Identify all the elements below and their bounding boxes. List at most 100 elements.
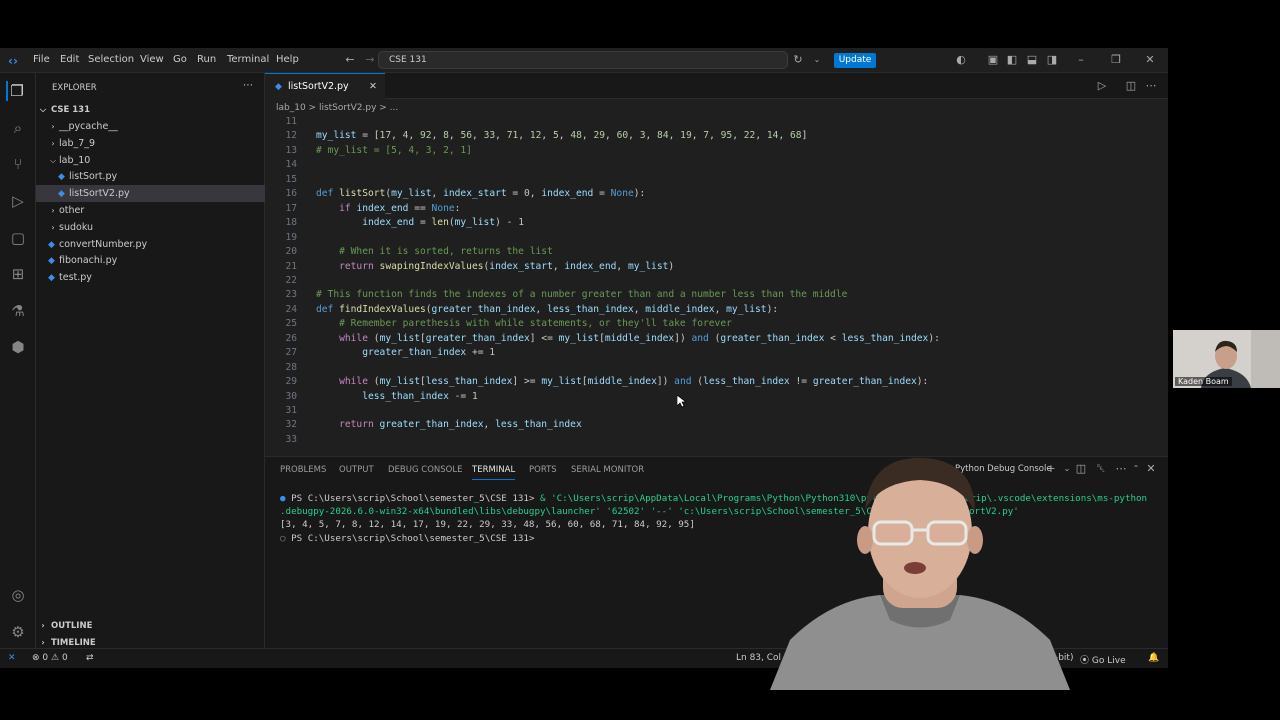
notifications-bell-icon[interactable]: 🔔	[1148, 653, 1159, 663]
code-line[interactable]: if index_end == None:	[316, 203, 460, 214]
close-icon[interactable]: ✕	[1144, 54, 1156, 66]
line-number: 28	[285, 361, 297, 373]
minimize-icon[interactable]: –	[1075, 54, 1087, 66]
breadcrumb[interactable]: lab_10 > listSortV2.py > ...	[265, 101, 1168, 115]
remote-indicator-icon[interactable]: ✕	[8, 653, 16, 663]
code-line[interactable]: return swapingIndexValues(index_start, i…	[316, 261, 674, 272]
extensions-icon[interactable]: ⊞	[8, 264, 28, 284]
code-line[interactable]: def findIndexValues(greater_than_index, …	[316, 304, 778, 315]
line-number: 22	[285, 274, 297, 286]
split-terminal-icon[interactable]: ◫	[1075, 463, 1087, 475]
account-icon[interactable]: ◎	[8, 585, 28, 605]
tab-debug-console[interactable]: DEBUG CONSOLE	[388, 465, 462, 475]
line-number: 15	[285, 173, 297, 185]
tree-folder[interactable]: › __pycache__	[36, 118, 265, 135]
panel-more-icon[interactable]: ⋯	[1115, 463, 1127, 475]
menu-file[interactable]: File	[33, 54, 50, 65]
copilot-icon[interactable]: ↻	[792, 54, 804, 66]
code-line[interactable]: index_end = len(my_list) - 1	[316, 217, 524, 228]
line-number: 31	[285, 405, 297, 416]
menu-selection[interactable]: Selection	[88, 54, 134, 65]
workspace-root[interactable]: ⌵ CSE 131	[36, 101, 265, 118]
line-number: 23	[285, 289, 297, 301]
kill-terminal-trash-icon[interactable]: ␡	[1095, 463, 1107, 475]
go-live[interactable]: ⦿ Go Live	[1080, 653, 1126, 666]
line-number: 30	[285, 390, 297, 402]
run-python-icon[interactable]: ▷	[1096, 80, 1108, 92]
code-line[interactable]: while (my_list[greater_than_index] <= my…	[316, 333, 940, 344]
remote-explorer-icon[interactable]: ▢	[8, 228, 28, 248]
tab-serial-monitor[interactable]: SERIAL MONITOR	[571, 465, 644, 475]
menu-go[interactable]: Go	[173, 54, 187, 65]
testing-icon[interactable]: ⚗	[8, 301, 28, 321]
line-number: 13	[285, 144, 297, 156]
tab-close-icon[interactable]: ✕	[369, 74, 377, 100]
chevron-down-icon[interactable]: ⌄	[811, 54, 823, 66]
layout-custom-icon[interactable]: ▣	[987, 54, 999, 66]
tab-terminal[interactable]: TERMINAL	[472, 465, 516, 480]
tree-file[interactable]: ◆ convertNumber.py	[36, 236, 265, 253]
maximize-panel-icon[interactable]: ⌃	[1130, 463, 1142, 475]
tree-file[interactable]: ◆ fibonachi.py	[36, 252, 265, 269]
tree-folder[interactable]: › other	[36, 202, 265, 219]
more-actions-icon[interactable]: ⋯	[243, 80, 253, 91]
terminal-prompt: PS C:\Users\scrip\School\semester_5\CSE …	[291, 533, 535, 544]
tree-folder[interactable]: › sudoku	[36, 219, 265, 236]
code-line[interactable]: while (my_list[less_than_index] >= my_li…	[316, 376, 928, 387]
close-panel-icon[interactable]: ✕	[1145, 463, 1157, 475]
run-debug-icon[interactable]: ▷	[8, 191, 28, 211]
port-forward-icon[interactable]: ⇄	[86, 653, 94, 663]
menu-edit[interactable]: Edit	[60, 54, 79, 65]
code-line[interactable]: return greater_than_index, less_than_ind…	[316, 419, 582, 430]
code-line[interactable]: def listSort(my_list, index_start = 0, i…	[316, 188, 645, 199]
toggle-panel-icon[interactable]: ⬓	[1026, 54, 1038, 66]
accounts-icon[interactable]: ◐	[955, 54, 967, 66]
python-icon[interactable]: ⬢	[8, 337, 28, 357]
tab-problems[interactable]: PROBLEMS	[280, 465, 326, 475]
code-line[interactable]: greater_than_index += 1	[316, 347, 495, 358]
tab-ports[interactable]: PORTS	[529, 465, 557, 475]
explorer-icon[interactable]: ❐	[6, 81, 26, 101]
code-editor[interactable]: 11 12 my_list = [17, 4, 92, 8, 56, 33, 71,…	[265, 116, 1168, 456]
tab-output[interactable]: OUTPUT	[339, 465, 374, 475]
tab-listsortv2[interactable]: ◆ listSortV2.py ✕	[265, 73, 385, 99]
toggle-sidebar-icon[interactable]: ◧	[1006, 54, 1018, 66]
toggle-secondary-sidebar-icon[interactable]: ◨	[1046, 54, 1058, 66]
editor-more-icon[interactable]: ⋯	[1145, 80, 1157, 92]
line-number: 11	[285, 116, 297, 127]
tree-folder[interactable]: › lab_7_9	[36, 135, 265, 152]
code-line[interactable]: less_than_index -= 1	[316, 391, 478, 402]
python-file-icon: ◆	[58, 189, 65, 200]
menu-help[interactable]: Help	[276, 54, 299, 65]
line-number: 32	[285, 419, 297, 431]
chevron-down-icon: ⌵	[49, 155, 57, 165]
manage-gear-icon[interactable]: ⚙	[8, 622, 28, 642]
code-line[interactable]: # Remember parethesis with while stateme…	[316, 318, 732, 329]
code-line[interactable]: # This function finds the indexes of a n…	[316, 289, 847, 300]
error-count: 0	[42, 653, 49, 663]
go-live-label: Go Live	[1091, 656, 1126, 666]
outline-section[interactable]: › OUTLINE	[36, 617, 265, 634]
error-icon: ⊗	[32, 653, 40, 663]
code-line[interactable]: # When it is sorted, returns the list	[316, 246, 553, 257]
back-arrow-icon[interactable]: ←	[344, 54, 356, 66]
menu-terminal[interactable]: Terminal	[227, 54, 269, 65]
command-center-search[interactable]: CSE 131	[378, 51, 788, 69]
tree-folder[interactable]: ⌵ lab_10	[36, 152, 265, 169]
source-control-icon[interactable]: ⑂	[8, 154, 28, 174]
tree-file[interactable]: ◆ listSortV2.py	[36, 185, 265, 203]
menu-run[interactable]: Run	[197, 54, 216, 65]
workspace-root-label: CSE 131	[50, 105, 90, 115]
update-button[interactable]: Update	[834, 53, 876, 68]
search-icon[interactable]: ⌕	[8, 118, 28, 138]
code-line[interactable]: my_list = [17, 4, 92, 8, 56, 33, 71, 12,…	[316, 130, 807, 141]
tree-file[interactable]: ◆ listSort.py	[36, 168, 265, 185]
tree-file[interactable]: ◆ test.py	[36, 269, 265, 286]
menu-view[interactable]: View	[140, 54, 164, 65]
problems-status[interactable]: ⊗ 0 ⚠ 0	[32, 653, 68, 663]
terminal-line-4: ○ PS C:\Users\scrip\School\semester_5\CS…	[280, 533, 535, 544]
forward-arrow-icon[interactable]: →	[364, 54, 376, 66]
restore-icon[interactable]: ❐	[1110, 54, 1122, 66]
split-editor-icon[interactable]: ◫	[1125, 80, 1137, 92]
code-line[interactable]: # my_list = [5, 4, 3, 2, 1]	[316, 145, 472, 156]
